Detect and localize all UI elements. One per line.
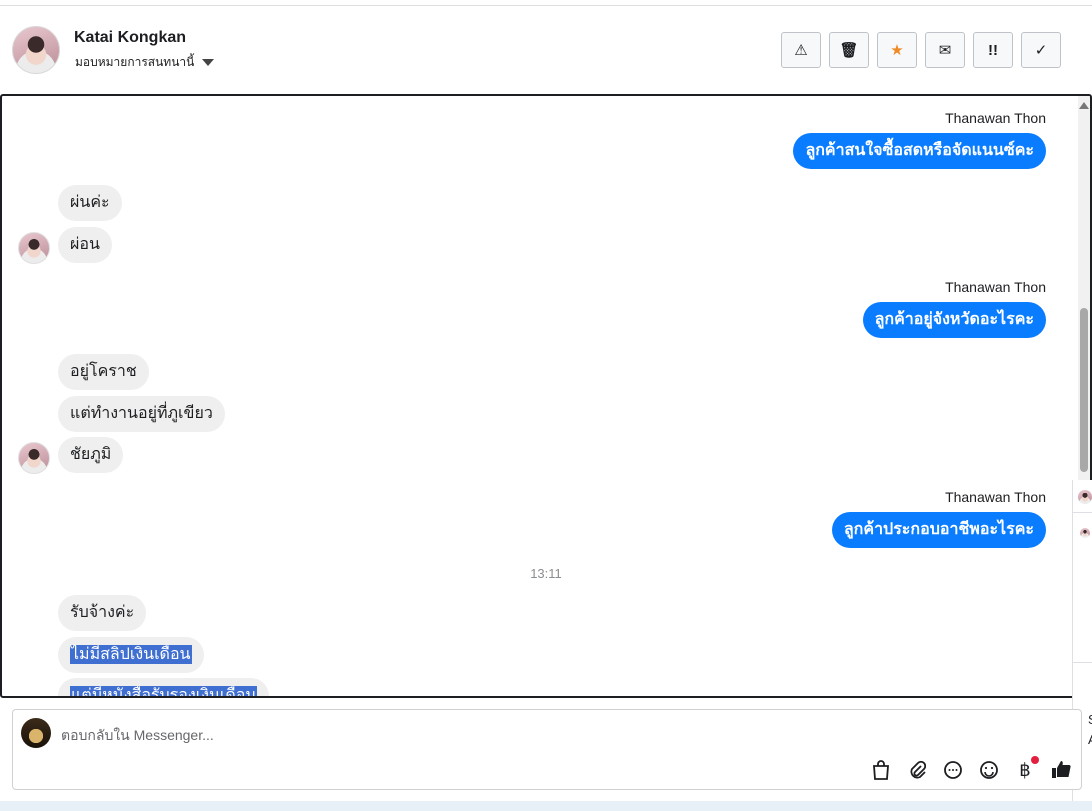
message-bubble-incoming[interactable]: แต่ทำงานอยู่ที่ภูเขียว — [58, 396, 225, 432]
trash-icon: 🗑 — [839, 42, 859, 59]
message-bubble-outgoing[interactable]: ลูกค้าอยู่จังหวัดอะไรคะ — [862, 302, 1046, 338]
sender-name: Thanawan Thon — [945, 489, 1046, 505]
composer-tools: ฿ — [869, 756, 1073, 782]
reply-input[interactable]: ตอบกลับใน Messenger... — [61, 725, 214, 747]
message-thread[interactable]: Thanawan Thon ลูกค้าสนใจซื้อสดหรือจัดแนน… — [0, 94, 1092, 698]
mark-unread-button[interactable]: ✉ — [925, 32, 965, 68]
footer-strip — [0, 801, 1092, 811]
timestamp: 13:11 — [530, 566, 562, 581]
message-bubble-incoming[interactable]: ผ่นค่ะ — [58, 185, 122, 221]
done-button[interactable]: ✓ — [1021, 32, 1061, 68]
report-button[interactable]: ⚠ — [781, 32, 821, 68]
header-actions: ⚠ 🗑 ★ ✉ !! ✓ — [781, 32, 1061, 68]
warning-icon: ⚠ — [794, 42, 808, 59]
mini-avatar[interactable] — [1080, 528, 1090, 538]
contact-name[interactable]: Katai Kongkan — [74, 29, 186, 47]
message-bubble-incoming[interactable]: ผ่อน — [58, 227, 112, 263]
conversation-header: Katai Kongkan มอบหมายการสนทนานี้ ⚠ 🗑 ★ ✉… — [0, 6, 1092, 94]
message-bubble-incoming[interactable]: อยู่โคราช — [58, 354, 149, 390]
message-bubble-incoming[interactable]: รับจ้างค่ะ — [58, 595, 147, 631]
envelope-icon: ✉ — [938, 42, 952, 59]
shopping-bag-icon[interactable] — [869, 758, 893, 782]
message-bubble-incoming[interactable]: ชัยภูมิ — [58, 437, 124, 473]
reply-composer[interactable]: ตอบกลับใน Messenger... ฿ — [12, 709, 1082, 790]
paperclip-icon[interactable] — [905, 758, 929, 782]
double-exclamation-icon: !! — [988, 41, 998, 59]
delete-button[interactable]: 🗑 — [829, 32, 869, 68]
selected-text: ไม่มีสลิปเงินเดือน — [70, 645, 192, 664]
message-bubble-incoming[interactable]: แต่มีหนังสือรับรองเงินเดือน — [58, 678, 270, 696]
divider — [1073, 512, 1092, 513]
contact-avatar-small — [18, 232, 50, 264]
star-icon: ★ — [890, 42, 904, 59]
caret-down-icon — [202, 59, 215, 66]
star-button[interactable]: ★ — [877, 32, 917, 68]
chat-bubble-icon[interactable] — [941, 758, 965, 782]
spam-button[interactable]: !! — [973, 32, 1013, 68]
page-avatar — [21, 718, 51, 748]
sender-name: Thanawan Thon — [945, 110, 1046, 126]
thumbs-up-icon[interactable] — [1049, 758, 1073, 782]
emoji-icon[interactable] — [977, 758, 1001, 782]
scroll-up-arrow-icon[interactable] — [1079, 102, 1089, 109]
mini-avatar[interactable] — [1078, 490, 1092, 504]
baht-icon[interactable]: ฿ — [1013, 756, 1039, 782]
divider — [1073, 662, 1092, 663]
message-bubble-incoming[interactable]: ไม่มีสลิปเงินเดือน — [58, 637, 204, 673]
sender-name: Thanawan Thon — [945, 279, 1046, 295]
contact-avatar-small — [18, 442, 50, 474]
assign-conversation-dropdown[interactable]: มอบหมายการสนทนานี้ — [75, 53, 215, 72]
notification-dot — [1031, 756, 1039, 764]
selected-text: แต่มีหนังสือรับรองเงินเดือน — [70, 686, 258, 696]
panel-letter: A — [1088, 732, 1092, 747]
contact-avatar[interactable] — [12, 26, 60, 74]
message-bubble-outgoing[interactable]: ลูกค้าสนใจซื้อสดหรือจัดแนนซ์คะ — [793, 133, 1046, 169]
scrollbar-thumb[interactable] — [1080, 308, 1088, 472]
message-bubble-outgoing[interactable]: ลูกค้าประกอบอาชีพอะไรคะ — [831, 512, 1046, 548]
panel-letter: S — [1088, 712, 1092, 727]
check-icon: ✓ — [1034, 42, 1048, 59]
assign-label: มอบหมายการสนทนานี้ — [75, 55, 195, 69]
